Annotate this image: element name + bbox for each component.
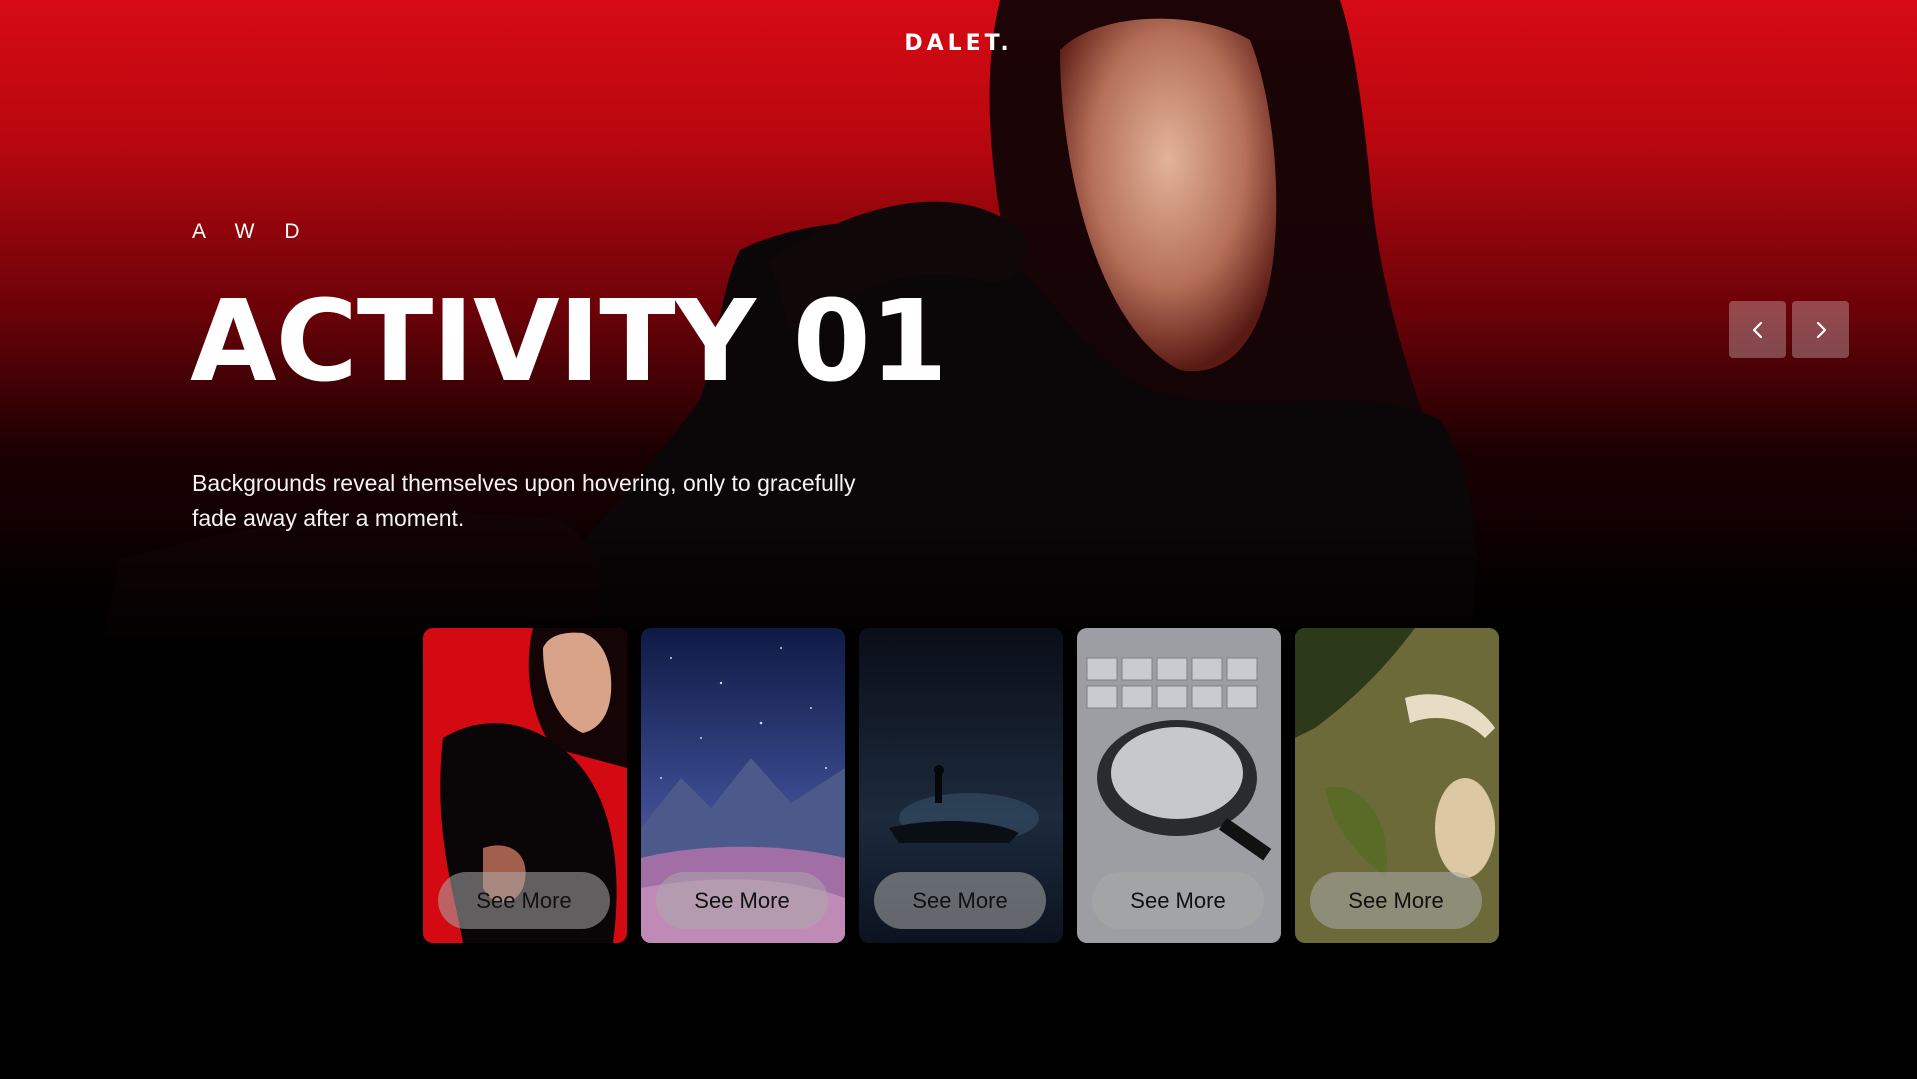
see-more-button[interactable]: See More — [874, 872, 1046, 929]
hero-kicker: A W D — [192, 220, 312, 243]
card-pine-bell[interactable]: See More — [1295, 628, 1499, 943]
hero-title: ACTIVITY 01 — [190, 277, 948, 407]
hero-description: Backgrounds reveal themselves upon hover… — [192, 470, 856, 531]
card-magnifier-keyboard[interactable]: See More — [1077, 628, 1281, 943]
see-more-button[interactable]: See More — [1092, 872, 1264, 929]
card-starry-mountains[interactable]: See More — [641, 628, 845, 943]
brand-logo[interactable]: DALET. — [0, 31, 1917, 56]
prev-button[interactable] — [1729, 301, 1786, 358]
chevron-right-icon — [1816, 321, 1826, 338]
card-night-silhouette[interactable]: See More — [859, 628, 1063, 943]
card-portrait[interactable]: See More — [423, 628, 627, 943]
next-button[interactable] — [1792, 301, 1849, 358]
chevron-left-icon — [1752, 321, 1762, 338]
see-more-button[interactable]: See More — [656, 872, 828, 929]
see-more-button[interactable]: See More — [438, 872, 610, 929]
see-more-button[interactable]: See More — [1310, 872, 1482, 929]
